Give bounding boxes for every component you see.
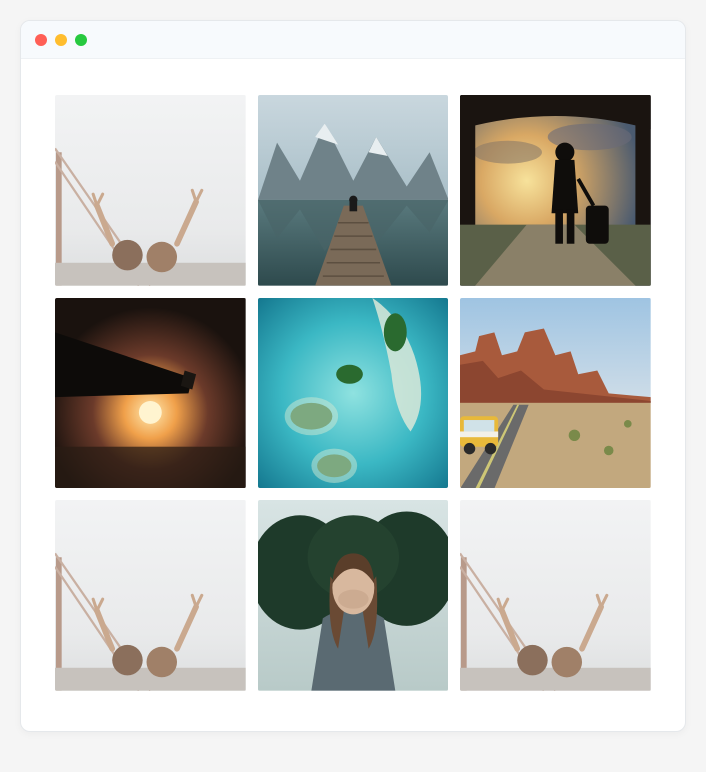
close-icon[interactable] bbox=[35, 34, 47, 46]
gallery-tile[interactable] bbox=[258, 500, 449, 691]
image-grid bbox=[55, 95, 651, 691]
app-window bbox=[20, 20, 686, 732]
airplane-wing-sunset-photo bbox=[55, 298, 246, 489]
gallery-tile[interactable] bbox=[460, 500, 651, 691]
titlebar bbox=[21, 21, 685, 59]
gallery-tile[interactable] bbox=[55, 95, 246, 286]
gallery-content bbox=[21, 59, 685, 731]
woman-portrait-trees-photo bbox=[258, 500, 449, 691]
bridge-peace-sign-photo bbox=[55, 95, 246, 286]
aerial-islands-photo bbox=[258, 298, 449, 489]
minimize-icon[interactable] bbox=[55, 34, 67, 46]
bridge-peace-sign-photo bbox=[55, 500, 246, 691]
gallery-tile[interactable] bbox=[460, 298, 651, 489]
gallery-tile[interactable] bbox=[460, 95, 651, 286]
traveler-silhouette-photo bbox=[460, 95, 651, 286]
bridge-peace-sign-photo bbox=[460, 500, 651, 691]
desert-road-van-photo bbox=[460, 298, 651, 489]
gallery-tile[interactable] bbox=[55, 500, 246, 691]
gallery-tile[interactable] bbox=[258, 95, 449, 286]
maximize-icon[interactable] bbox=[75, 34, 87, 46]
gallery-tile[interactable] bbox=[55, 298, 246, 489]
mountain-lake-dock-photo bbox=[258, 95, 449, 286]
gallery-tile[interactable] bbox=[258, 298, 449, 489]
